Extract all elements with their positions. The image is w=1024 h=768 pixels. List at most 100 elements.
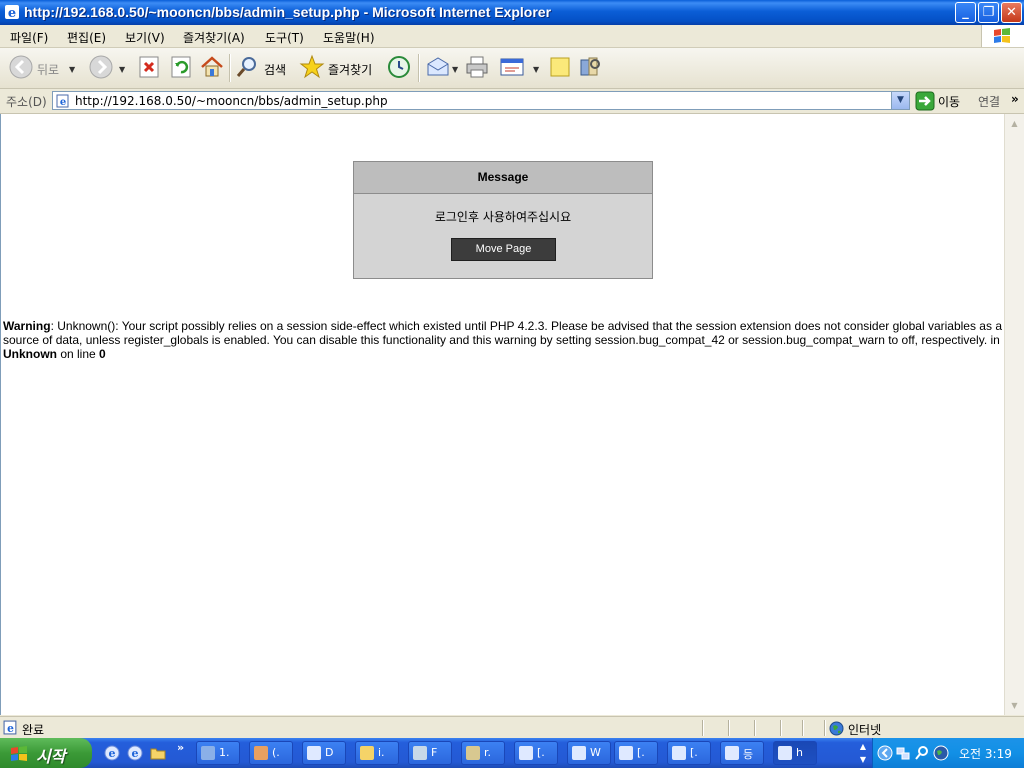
warning-line-prefix: on line [57,347,100,361]
taskbar-item[interactable]: 등 [720,741,764,765]
maximize-button[interactable]: ❐ [978,2,999,23]
taskbar-item[interactable]: 1. [196,741,240,765]
move-page-button[interactable]: Move Page [451,238,556,261]
page-status-icon: e [3,720,17,735]
address-dropdown-icon[interactable]: ▼ [891,92,909,109]
favorites-star-icon[interactable] [299,54,325,80]
vertical-scrollbar[interactable]: ▲ ▼ [1004,114,1024,715]
tray-expand-icon[interactable] [877,745,893,761]
refresh-icon[interactable] [168,54,194,80]
quicklaunch-folder-icon[interactable] [150,745,166,761]
quicklaunch-media-icon[interactable]: e [104,745,120,761]
status-divider [824,720,826,736]
taskbar-item[interactable]: [. [614,741,658,765]
svg-text:e: e [132,747,139,760]
taskbar-item[interactable]: D [302,741,346,765]
edit-dropdown-icon[interactable]: ▼ [533,65,539,74]
windows-flag-icon [994,28,1010,43]
go-arrow-icon[interactable] [915,91,935,111]
mail-icon[interactable] [425,54,451,80]
back-icon[interactable] [8,54,34,80]
php-warning: Warning: Unknown(): Your script possibly… [3,319,1003,361]
history-icon[interactable] [386,54,412,80]
research-icon[interactable] [577,54,603,80]
mail-dropdown-icon[interactable]: ▼ [452,65,458,74]
task-icon [519,746,533,760]
forward-dropdown-icon[interactable]: ▼ [119,65,125,74]
status-divider [802,720,804,736]
task-icon [201,746,215,760]
taskbar-item[interactable]: [. [514,741,558,765]
links-label[interactable]: 연결 [978,93,1000,110]
close-button[interactable]: ✕ [1001,2,1022,23]
network-icon[interactable] [895,745,911,761]
scroll-up-icon[interactable]: ▲ [1007,116,1022,131]
start-button[interactable]: 시작 [0,738,92,768]
go-button[interactable]: 이동 [938,93,960,110]
search-tray-icon[interactable] [914,745,930,761]
warning-location: Unknown [3,347,57,361]
task-icon [778,746,792,760]
minimize-button[interactable]: _ [955,2,976,23]
taskbar-item[interactable]: [. [667,741,711,765]
print-icon[interactable] [464,54,490,80]
taskbar-item[interactable]: W [567,741,611,765]
title-bar: e http://192.168.0.50/~mooncn/bbs/admin_… [0,0,1024,25]
status-divider [780,720,782,736]
back-label[interactable]: 뒤로 [37,61,59,78]
back-dropdown-icon[interactable]: ▼ [69,65,75,74]
quicklaunch-chevron-icon[interactable]: » [177,741,184,754]
windows-logo [981,25,1024,47]
stop-icon[interactable] [136,54,162,80]
svg-text:e: e [109,747,116,760]
taskbar-item[interactable]: (. [249,741,293,765]
menu-view[interactable]: 보기(V) [125,29,165,46]
taskbar-item[interactable]: F [408,741,452,765]
warning-line: 0 [99,347,106,361]
taskbar-item[interactable]: i. [355,741,399,765]
svg-text:e: e [7,722,14,735]
start-label[interactable]: 시작 [36,743,65,767]
task-icon [307,746,321,760]
task-icon [360,746,374,760]
task-icon [254,746,268,760]
globe-icon [829,721,844,736]
windows-flag-icon [11,746,27,761]
toolbar: 뒤로 ▼ ▼ 검색 즐겨찾기 ▼ ▼ [0,48,1024,89]
task-icon [672,746,686,760]
forward-icon[interactable] [88,54,114,80]
menu-tools[interactable]: 도구(T) [265,29,304,46]
message-text: 로그인후 사용하여주십시요 [434,210,572,224]
menu-file[interactable]: 파일(F) [10,29,48,46]
toolbar-separator [229,54,231,82]
task-icon [466,746,480,760]
notes-icon[interactable] [547,54,573,80]
message-title: Message [354,162,652,194]
quicklaunch-ie-icon[interactable]: e [127,745,143,761]
menu-help[interactable]: 도움말(H) [323,29,375,46]
address-url[interactable]: http://192.168.0.50/~mooncn/bbs/admin_se… [75,94,388,108]
address-bar: 주소(D) e http://192.168.0.50/~mooncn/bbs/… [0,89,1024,114]
toolbar-separator [418,54,420,82]
menu-edit[interactable]: 편집(E) [67,29,106,46]
taskbar-item-active[interactable]: h [773,741,817,765]
menu-favorites[interactable]: 즐겨찾기(A) [183,29,245,46]
edit-icon[interactable] [499,54,525,80]
scroll-down-icon[interactable]: ▼ [1007,698,1022,713]
globe-tray-icon[interactable] [933,745,949,761]
status-bar: e 완료 인터넷 [0,716,1024,739]
search-icon[interactable] [235,54,261,80]
warning-label: Warning [3,319,51,333]
links-chevron-icon[interactable]: » [1011,92,1019,106]
address-label: 주소(D) [6,95,47,109]
clock: 오전 3:19 [959,747,1012,761]
menu-bar: 파일(F) 편집(E) 보기(V) 즐겨찾기(A) 도구(T) 도움말(H) [0,25,1024,48]
address-input[interactable]: e http://192.168.0.50/~mooncn/bbs/admin_… [52,91,910,110]
taskbar-item[interactable]: r. [461,741,505,765]
favorites-label[interactable]: 즐겨찾기 [328,61,372,78]
search-label[interactable]: 검색 [264,61,286,78]
taskbar-scroll-icon[interactable]: ▲ ▼ [856,740,870,766]
home-icon[interactable] [199,54,225,80]
taskbar: 시작 e e » 1. (. D i. F r. [. W [. [. 등 h … [0,738,1024,768]
task-icon [619,746,633,760]
